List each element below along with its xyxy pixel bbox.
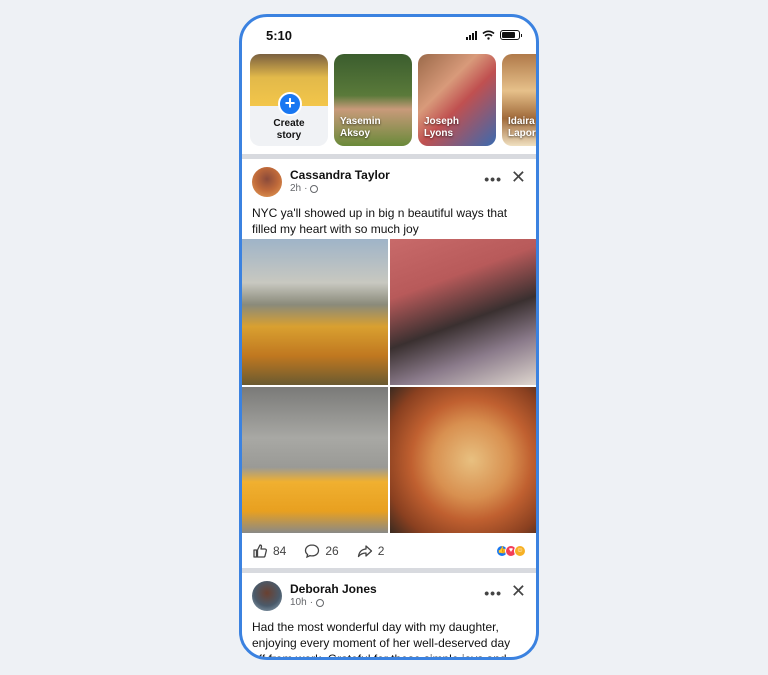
post-author[interactable]: Deborah Jones <box>290 582 377 596</box>
status-icons <box>466 30 522 40</box>
post-actions: 84 26 2 👍 ♥ ☺ <box>242 537 536 565</box>
close-icon[interactable]: ✕ <box>511 167 526 188</box>
globe-icon <box>310 184 319 193</box>
post-text: NYC ya'll showed up in big n beautiful w… <box>252 206 508 236</box>
signal-icon <box>466 30 477 40</box>
like-button[interactable]: 84 <box>252 543 286 559</box>
thumbs-up-icon <box>253 544 267 558</box>
post-author[interactable]: Cassandra Taylor <box>290 168 390 182</box>
battery-icon <box>500 30 522 40</box>
post-meta: 10h · <box>290 597 325 608</box>
avatar[interactable] <box>252 167 282 197</box>
photo-pizza[interactable] <box>390 387 536 533</box>
feed-divider <box>242 154 536 159</box>
create-story-card[interactable]: + Create story <box>250 54 328 146</box>
story-card[interactable]: Yasemin Aksoy <box>334 54 412 146</box>
share-button[interactable]: 2 <box>357 543 385 559</box>
post-time: 2h <box>290 183 302 194</box>
feed-post: Deborah Jones 10h · ••• ✕ Had the most w… <box>242 575 536 660</box>
story-card[interactable]: Joseph Lyons <box>418 54 496 146</box>
share-count: 2 <box>377 544 385 558</box>
create-story-label: Create story <box>273 118 305 141</box>
like-count: 84 <box>273 544 287 558</box>
story-name: Yasemin Aksoy <box>340 116 381 139</box>
story-name: Idaira Laporte <box>508 116 539 139</box>
photo-woman-shopping[interactable] <box>390 239 536 385</box>
post-header: Deborah Jones 10h · ••• ✕ <box>242 575 536 615</box>
reactions-summary[interactable]: 👍 ♥ ☺ <box>496 545 526 557</box>
comment-count: 26 <box>325 544 339 558</box>
status-bar: 5:10 <box>242 17 536 53</box>
avatar[interactable] <box>252 581 282 611</box>
feed-divider <box>242 568 536 573</box>
comment-icon <box>305 544 320 559</box>
wifi-icon <box>482 30 495 40</box>
photo-city-autumn[interactable] <box>242 239 388 385</box>
phone-frame: 5:10 + Create story Yasemin Aksoy Joseph… <box>239 14 539 660</box>
post-time: 10h <box>290 597 307 608</box>
share-icon <box>357 545 372 558</box>
post-header: Cassandra Taylor 2h · ••• ✕ <box>242 161 536 201</box>
story-name: Joseph Lyons <box>424 116 460 139</box>
photo-subway-seats[interactable] <box>242 387 388 533</box>
plus-icon[interactable]: + <box>278 92 302 116</box>
more-icon[interactable]: ••• <box>484 171 502 187</box>
care-reaction-icon: ☺ <box>514 545 526 557</box>
globe-icon <box>316 598 325 607</box>
more-icon[interactable]: ••• <box>484 585 502 601</box>
close-icon[interactable]: ✕ <box>511 581 526 602</box>
post-text: Had the most wonderful day with my daugh… <box>252 620 511 660</box>
post-meta: 2h · <box>290 183 319 194</box>
photo-grid <box>242 239 536 533</box>
comment-button[interactable]: 26 <box>304 543 339 559</box>
feed-post: Cassandra Taylor 2h · ••• ✕ NYC ya'll sh… <box>242 161 536 237</box>
stories-tray: + Create story Yasemin Aksoy Joseph Lyon… <box>250 54 539 158</box>
status-time: 5:10 <box>266 27 293 43</box>
story-card[interactable]: Idaira Laporte <box>502 54 539 146</box>
